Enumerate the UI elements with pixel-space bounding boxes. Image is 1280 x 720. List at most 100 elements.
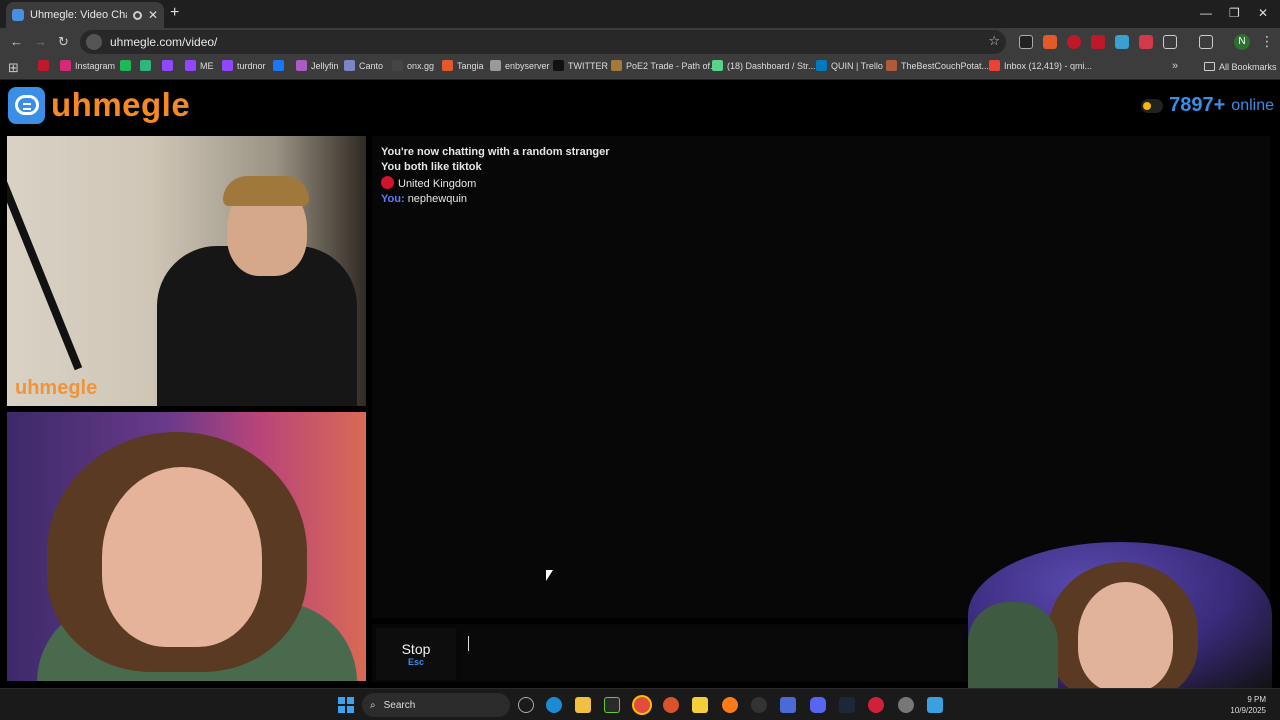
address-bar[interactable]: uhmegle.com/video/ ☆: [80, 30, 1006, 54]
bookmark-item[interactable]: Instagram: [60, 60, 115, 71]
back-icon[interactable]: ←: [10, 34, 23, 49]
tab-title: Uhmegle: Video Chat | Ome...: [30, 9, 127, 21]
edge-icon[interactable]: [546, 697, 562, 713]
extensions-puzzle-icon[interactable]: [1163, 35, 1177, 49]
firefox-icon[interactable]: [722, 697, 738, 713]
bookmark-item[interactable]: [273, 60, 284, 71]
bookmark-favicon-icon: [989, 60, 1000, 71]
bookmark-label: turdnor: [237, 60, 266, 71]
app-icon[interactable]: [604, 697, 620, 713]
bookmark-label: Jellyfin: [311, 60, 339, 71]
start-button[interactable]: [338, 697, 354, 713]
online-indicator: 7897+ online: [1141, 94, 1274, 117]
bookmark-youtube[interactable]: [38, 60, 49, 71]
bookmark-item[interactable]: [162, 60, 173, 71]
extension-icon[interactable]: [1043, 35, 1057, 49]
sticky-notes-icon[interactable]: [692, 697, 708, 713]
file-explorer-icon[interactable]: [575, 697, 591, 713]
bookmark-item[interactable]: TWITTER: [553, 60, 608, 71]
online-count: 7897+: [1169, 94, 1226, 116]
sun-icon: [1143, 101, 1152, 110]
webcam-overlay: [968, 542, 1272, 688]
settings-icon[interactable]: [898, 697, 914, 713]
restore-icon[interactable]: ❐: [1229, 6, 1240, 20]
bookmark-favicon-icon: [442, 60, 453, 71]
search-label: Search: [383, 699, 416, 711]
recording-icon: [132, 10, 142, 20]
new-tab-button[interactable]: +: [170, 4, 179, 22]
bookmark-star-icon[interactable]: ☆: [988, 33, 1000, 49]
uk-flag-icon: [381, 176, 394, 189]
extension-k-icon[interactable]: [1019, 35, 1033, 49]
browser-tab[interactable]: Uhmegle: Video Chat | Ome... ✕: [6, 2, 164, 28]
clock-time: 9 PM: [1247, 695, 1266, 704]
chrome-icon[interactable]: [634, 697, 650, 713]
bookmark-item[interactable]: ME: [185, 60, 214, 71]
app-icon[interactable]: [780, 697, 796, 713]
site-info-icon[interactable]: [86, 34, 102, 50]
message-input[interactable]: [462, 628, 962, 680]
bookmark-label: QUIN | Trello: [831, 60, 883, 71]
bookmark-item[interactable]: enbyserver: [490, 60, 550, 71]
bookmark-item[interactable]: Tangia: [442, 60, 484, 71]
bookmark-favicon-icon: [140, 60, 151, 71]
bookmark-favicon-icon: [162, 60, 173, 71]
extension-icon[interactable]: [1067, 35, 1081, 49]
logo-text: uhmegle: [51, 86, 191, 123]
app-icon[interactable]: [868, 697, 884, 713]
bookmark-item[interactable]: Canto: [344, 60, 383, 71]
bookmark-item[interactable]: (18) Dashboard / Str...: [712, 60, 816, 71]
bookmark-item[interactable]: PoE2 Trade - Path of...: [611, 60, 718, 71]
more-bookmarks-icon[interactable]: »: [1172, 60, 1178, 72]
bookmark-item[interactable]: QUIN | Trello: [816, 60, 883, 71]
extension-icon[interactable]: [1115, 35, 1129, 49]
common-interest-message: You both like tiktok: [381, 161, 482, 173]
reload-icon[interactable]: ↻: [58, 34, 69, 50]
taskbar-search[interactable]: ⌕ Search: [362, 693, 510, 717]
close-window-icon[interactable]: ✕: [1258, 6, 1268, 20]
bookmark-item[interactable]: turdnor: [222, 60, 266, 71]
all-bookmarks[interactable]: All Bookmarks: [1204, 62, 1277, 72]
you-label: You:: [381, 193, 405, 205]
stop-button[interactable]: Stop Esc: [376, 628, 456, 680]
bookmark-item[interactable]: Jellyfin: [296, 60, 339, 71]
bookmark-label: ME: [200, 60, 214, 71]
steam-icon[interactable]: [839, 697, 855, 713]
message-text: nephewquin: [407, 193, 468, 205]
apps-grid-icon[interactable]: ⊞: [8, 60, 19, 76]
bookmark-item[interactable]: TheBestCouchPotat...: [886, 60, 989, 71]
browser-menu-icon[interactable]: ⋮: [1260, 33, 1274, 50]
chat-message: You: nephewquin: [381, 193, 1261, 205]
bookmark-favicon-icon: [296, 60, 307, 71]
notepad-icon[interactable]: [927, 697, 943, 713]
country-text: United Kingdom: [398, 178, 477, 190]
bookmark-item[interactable]: Inbox (12,419) - qmi...: [989, 60, 1092, 71]
bookmark-label: TheBestCouchPotat...: [901, 60, 990, 71]
bookmark-favicon-icon: [611, 60, 622, 71]
bookmark-label: enbyserver: [505, 60, 550, 71]
forward-icon[interactable]: →: [34, 34, 47, 49]
side-panel-icon[interactable]: [1199, 35, 1213, 49]
app-icon[interactable]: [751, 697, 767, 713]
bookmark-item[interactable]: [120, 60, 131, 71]
youtube-extension-icon[interactable]: [1091, 35, 1105, 49]
text-caret: [468, 636, 469, 651]
close-tab-icon[interactable]: ✕: [148, 8, 158, 22]
app-icon[interactable]: [663, 697, 679, 713]
site-logo[interactable]: uhmegle: [8, 86, 190, 124]
system-clock[interactable]: 9 PM 10/9/2025: [1230, 694, 1266, 716]
discord-icon[interactable]: [810, 697, 826, 713]
task-view-icon[interactable]: [518, 697, 534, 713]
bookmark-favicon-icon: [886, 60, 897, 71]
bookmark-item[interactable]: onx.gg: [392, 60, 434, 71]
bookmark-item[interactable]: [140, 60, 151, 71]
extension-icon[interactable]: [1139, 35, 1153, 49]
bookmark-favicon-icon: [553, 60, 564, 71]
minimize-icon[interactable]: —: [1200, 6, 1212, 20]
profile-avatar[interactable]: N: [1234, 34, 1250, 50]
theme-toggle[interactable]: [1141, 98, 1164, 113]
stop-label: Stop: [401, 641, 431, 657]
your-video: [7, 412, 366, 681]
search-icon: ⌕: [370, 699, 376, 711]
bookmarks-bar: ⊞ Instagram ME turdnor Jellyfin Canto onx.gg T…: [0, 56, 1280, 80]
